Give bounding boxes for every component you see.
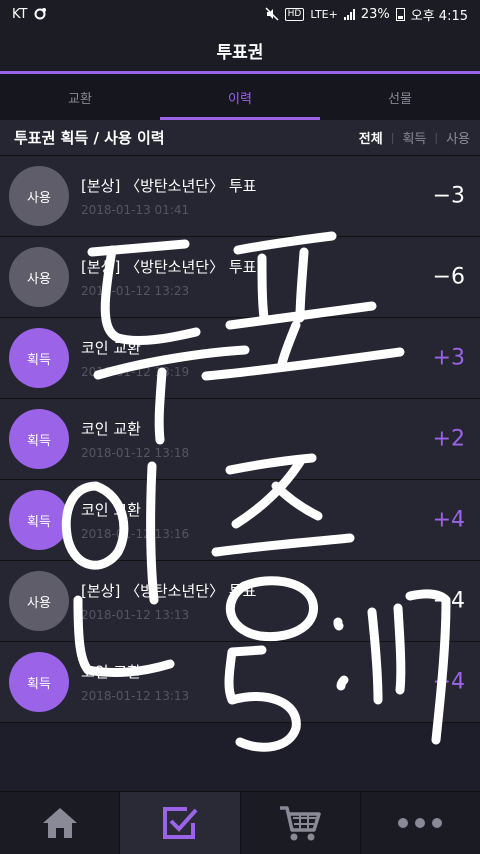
nav-more[interactable] xyxy=(361,792,480,854)
battery-icon xyxy=(395,7,405,21)
history-title-text: [본상] 〈방탄소년단〉 투표 xyxy=(81,258,257,276)
history-badge: 사용 xyxy=(9,247,69,307)
history-badge: 획득 xyxy=(9,652,69,712)
history-text: 코인 교환 2018-01-12 13:13 xyxy=(81,661,189,703)
history-list: 사용 [본상] 〈방탄소년단〉 투표 2018-01-13 01:41 −3 사… xyxy=(0,156,480,723)
history-row[interactable]: 사용 [본상] 〈방탄소년단〉 투표 2018-01-12 13:13 −4 xyxy=(0,561,480,642)
history-amount: +3 xyxy=(432,345,465,371)
history-date: 2018-01-12 13:16 xyxy=(81,527,190,541)
battery-percent: 23% xyxy=(360,6,390,22)
mute-icon xyxy=(265,7,279,21)
history-list-header: 투표권 획득 / 사용 이력 전체 | 획득 | 사용 xyxy=(0,120,480,156)
history-date: 2018-01-12 13:19 xyxy=(81,365,190,379)
history-row[interactable]: 획득 코인 교환 2018-01-12 13:18 +2 xyxy=(0,399,480,480)
tab-exchange[interactable]: 교환 xyxy=(0,74,160,120)
history-amount: −6 xyxy=(432,264,465,290)
vote-check-icon xyxy=(162,807,198,839)
history-title-text: [본상] 〈방탄소년단〉 투표 xyxy=(81,582,257,600)
app-header: 투표권 xyxy=(0,28,480,72)
history-title: 투표권 획득 / 사용 이력 xyxy=(14,129,165,147)
tab-gift[interactable]: 선물 xyxy=(320,74,480,120)
history-date: 2018-01-12 13:23 xyxy=(81,284,190,298)
history-badge: 사용 xyxy=(9,166,69,226)
history-badge: 획득 xyxy=(9,409,69,469)
status-bar: KT HD LTE+ 23% 오후 4:15 xyxy=(0,0,480,28)
history-title-text: 코인 교환 xyxy=(81,663,141,681)
history-amount: +4 xyxy=(432,507,465,533)
history-row[interactable]: 획득 코인 교환 2018-01-12 13:16 +4 xyxy=(0,480,480,561)
history-date: 2018-01-12 13:13 xyxy=(81,689,190,703)
history-row[interactable]: 획득 코인 교환 2018-01-12 13:19 +3 xyxy=(0,318,480,399)
clock: 오후 4:15 xyxy=(410,8,468,24)
nav-vote[interactable] xyxy=(120,792,241,854)
cart-icon xyxy=(280,806,321,841)
history-row[interactable]: 사용 [본상] 〈방탄소년단〉 투표 2018-01-12 13:23 −6 xyxy=(0,237,480,318)
history-amount: −4 xyxy=(432,588,465,614)
network-label: LTE+ xyxy=(310,7,338,21)
history-title-text: [본상] 〈방탄소년단〉 투표 xyxy=(81,177,257,195)
filter-group: 전체 | 획득 | 사용 xyxy=(359,128,470,147)
status-left: KT xyxy=(12,7,47,22)
nav-shop[interactable] xyxy=(241,792,361,854)
history-text: [본상] 〈방탄소년단〉 투표 2018-01-13 01:41 xyxy=(81,175,256,217)
history-text: 코인 교환 2018-01-12 13:19 xyxy=(81,337,189,379)
history-date: 2018-01-13 01:41 xyxy=(81,203,190,217)
nav-home[interactable] xyxy=(0,792,121,854)
status-right: HD LTE+ 23% 오후 4:15 xyxy=(265,5,468,24)
bottom-nav xyxy=(0,791,480,854)
more-icon xyxy=(398,818,443,828)
signal-icon xyxy=(343,8,355,20)
carrier-label: KT xyxy=(12,6,28,22)
history-text: 코인 교환 2018-01-12 13:18 xyxy=(81,418,189,460)
history-text: 코인 교환 2018-01-12 13:16 xyxy=(81,499,189,541)
tab-history-label: 이력 xyxy=(228,91,252,107)
history-title-text: 코인 교환 xyxy=(81,339,141,357)
history-row[interactable]: 사용 [본상] 〈방탄소년단〉 투표 2018-01-13 01:41 −3 xyxy=(0,156,480,237)
hd-badge: HD xyxy=(284,7,305,21)
tab-gift-label: 선물 xyxy=(388,91,412,107)
sync-icon xyxy=(34,8,47,20)
tab-history[interactable]: 이력 xyxy=(160,74,320,120)
history-badge: 사용 xyxy=(9,571,69,631)
history-date: 2018-01-12 13:18 xyxy=(81,446,190,460)
history-text: [본상] 〈방탄소년단〉 투표 2018-01-12 13:23 xyxy=(81,256,256,298)
history-date: 2018-01-12 13:13 xyxy=(81,608,190,622)
history-text: [본상] 〈방탄소년단〉 투표 2018-01-12 13:13 xyxy=(81,580,256,622)
filter-divider: | xyxy=(390,131,395,144)
filter-gain[interactable]: 획득 xyxy=(402,128,426,147)
tab-bar: 교환 이력 선물 xyxy=(0,74,480,120)
history-badge: 획득 xyxy=(9,328,69,388)
page-title: 투표권 xyxy=(216,42,264,63)
tab-exchange-label: 교환 xyxy=(68,91,92,107)
history-amount: +2 xyxy=(432,426,465,452)
history-amount: +4 xyxy=(432,669,465,695)
history-amount: −3 xyxy=(432,183,465,209)
filter-all[interactable]: 전체 xyxy=(359,128,383,147)
home-icon xyxy=(42,808,77,838)
filter-use[interactable]: 사용 xyxy=(446,128,470,147)
history-title-text: 코인 교환 xyxy=(81,501,141,519)
history-title-text: 코인 교환 xyxy=(81,420,141,438)
history-row[interactable]: 획득 코인 교환 2018-01-12 13:13 +4 xyxy=(0,642,480,723)
filter-divider: | xyxy=(434,131,439,144)
history-badge: 획득 xyxy=(9,490,69,550)
